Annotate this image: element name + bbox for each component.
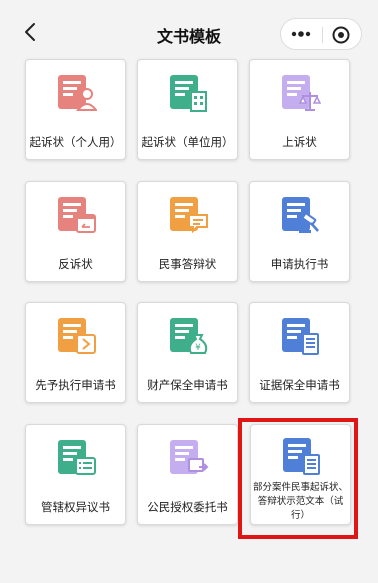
complaint-company-icon bbox=[169, 75, 207, 112]
template-card-power-of-attorney[interactable]: 公民授权委托书 bbox=[137, 424, 238, 525]
property-preservation-icon: ¥ bbox=[169, 318, 207, 354]
card-label: 公民授权委托书 bbox=[147, 500, 228, 514]
template-card-complaint-company[interactable]: 起诉状（单位用） bbox=[137, 59, 238, 160]
template-card-appeal[interactable]: 上诉状 bbox=[249, 59, 350, 160]
execution-gavel-icon bbox=[281, 197, 319, 233]
template-card-jurisdiction-objection[interactable]: 管辖权异议书 bbox=[25, 424, 126, 525]
power-of-attorney-icon bbox=[169, 440, 208, 474]
card-label: 证据保全申请书 bbox=[259, 378, 340, 392]
card-label: 起诉状（单位用） bbox=[141, 135, 234, 149]
template-card-execution-application[interactable]: 申请执行书 bbox=[249, 181, 350, 282]
template-card-counterclaim[interactable]: 反诉状 bbox=[25, 181, 126, 282]
card-label: 申请执行书 bbox=[270, 257, 329, 271]
counterclaim-calendar-icon bbox=[57, 197, 96, 233]
card-label: 先予执行申请书 bbox=[35, 378, 116, 392]
jurisdiction-objection-icon bbox=[57, 440, 96, 475]
appeal-scales-icon bbox=[281, 75, 321, 111]
card-label: 管辖权异议书 bbox=[41, 500, 110, 514]
evidence-preservation-icon bbox=[281, 318, 319, 355]
svg-text:¥: ¥ bbox=[195, 343, 201, 353]
card-label: 上诉状 bbox=[282, 135, 317, 149]
template-card-evidence-preservation[interactable]: 证据保全申请书 bbox=[249, 302, 350, 403]
card-label: 民事答辩状 bbox=[158, 257, 217, 271]
template-card-civil-defense[interactable]: 民事答辩状 bbox=[137, 181, 238, 282]
card-label: 反诉状 bbox=[58, 257, 93, 271]
nav-bar: 文书模板 bbox=[0, 0, 378, 58]
civil-defense-chat-icon bbox=[169, 197, 208, 234]
target-circle-icon[interactable] bbox=[331, 25, 351, 45]
capsule-divider bbox=[322, 27, 323, 43]
template-card-property-preservation[interactable]: ¥ 财产保全申请书 bbox=[137, 302, 238, 403]
more-dots-icon[interactable] bbox=[291, 26, 311, 42]
card-label: 起诉状（个人用） bbox=[29, 135, 122, 149]
template-card-complaint-personal[interactable]: 起诉状（个人用） bbox=[25, 59, 126, 160]
selection-highlight-box bbox=[238, 418, 358, 539]
complaint-personal-icon bbox=[57, 75, 97, 111]
mini-program-capsule bbox=[280, 18, 362, 50]
template-card-advance-execution[interactable]: 先予执行申请书 bbox=[25, 302, 126, 403]
advance-execution-icon bbox=[57, 318, 96, 354]
card-label: 财产保全申请书 bbox=[147, 378, 228, 392]
